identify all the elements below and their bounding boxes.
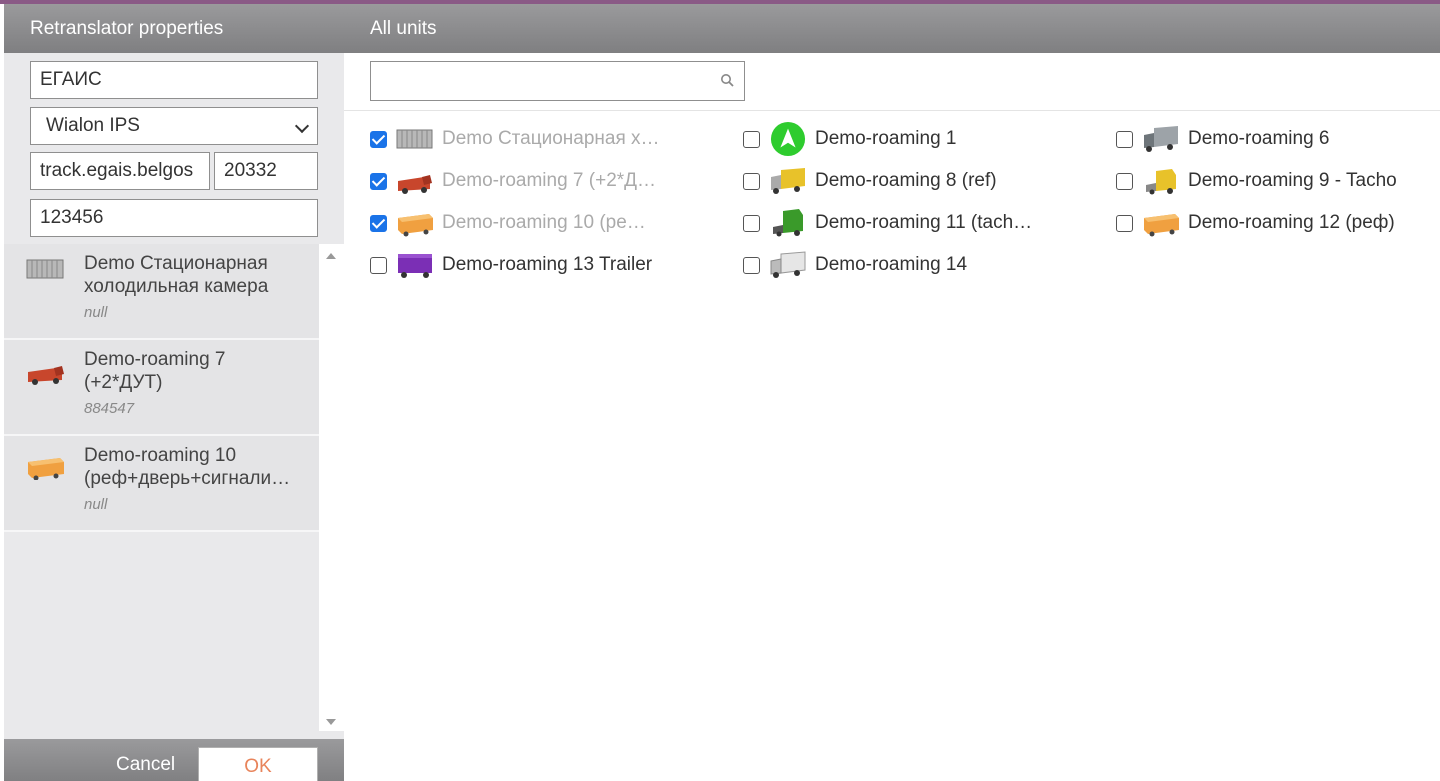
- unit-row[interactable]: Demo-roaming 6: [1116, 121, 1436, 157]
- name-field[interactable]: ЕГАИС: [30, 61, 318, 99]
- truck-yellow-icon: [771, 168, 805, 194]
- list-item[interactable]: Demo-roaming 10 (реф+дверь+сигнали… null: [4, 436, 319, 532]
- panel-title: Retranslator properties: [4, 4, 344, 53]
- tractor-yellow-icon: [1146, 169, 1176, 195]
- unit-row[interactable]: Demo-roaming 7 (+2*Д…: [370, 163, 690, 199]
- truck-white-icon: [770, 251, 806, 278]
- retranslator-properties-panel: Retranslator properties ЕГАИС Wialon IPS…: [4, 4, 344, 781]
- list-item[interactable]: Demo Стационарная холодильная камера nul…: [4, 244, 319, 340]
- scroll-down-icon[interactable]: [326, 719, 336, 725]
- unit-label: Demo-roaming 14: [815, 254, 968, 275]
- unit-checkbox[interactable]: [370, 256, 387, 274]
- ok-button[interactable]: OK: [198, 747, 318, 781]
- scroll-up-icon[interactable]: [326, 253, 336, 259]
- password-field[interactable]: 123456: [30, 199, 318, 237]
- list-item-sub: null: [84, 304, 108, 321]
- unit-checkbox[interactable]: [370, 130, 387, 148]
- trailer-purple-icon: [398, 254, 432, 278]
- unit-label: Demo-roaming 11 (tach…: [815, 212, 1033, 233]
- selected-units-list: Demo Стационарная холодильная камера nul…: [4, 244, 319, 731]
- unit-row[interactable]: Demo-roaming 12 (реф): [1116, 205, 1436, 241]
- server-field[interactable]: track.egais.belgos: [30, 152, 210, 190]
- list-item-sub: null: [84, 496, 108, 513]
- protocol-select[interactable]: Wialon IPS: [30, 107, 318, 145]
- unit-label: Demo-roaming 12 (реф): [1188, 212, 1395, 233]
- truck-gray-icon: [1144, 126, 1178, 152]
- unit-row[interactable]: Demo-roaming 14: [743, 247, 1073, 283]
- list-item-sub: 884547: [84, 400, 135, 417]
- unit-checkbox[interactable]: [743, 172, 760, 190]
- trailer-orange-icon: [28, 458, 64, 480]
- search-icon[interactable]: [720, 73, 734, 87]
- unit-checkbox[interactable]: [1116, 214, 1133, 232]
- unit-row[interactable]: Demo-roaming 8 (ref): [743, 163, 1073, 199]
- panel-title: All units: [344, 4, 1440, 53]
- unit-label: Demo-roaming 1: [815, 128, 957, 149]
- unit-row[interactable]: Demo Стационарная х…: [370, 121, 690, 157]
- unit-checkbox[interactable]: [370, 214, 387, 232]
- unit-checkbox[interactable]: [370, 172, 387, 190]
- list-item-name: Demo Стационарная холодильная камера: [84, 253, 269, 297]
- unit-row[interactable]: Demo-roaming 1: [743, 121, 1073, 157]
- list-item[interactable]: Demo-roaming 7 (+2*ДУТ) 884547: [4, 340, 319, 436]
- unit-row[interactable]: Demo-roaming 11 (tach…: [743, 205, 1073, 241]
- container-gray-icon: [26, 259, 64, 279]
- list-item-name: Demo-roaming 10 (реф+дверь+сигнали…: [84, 445, 291, 489]
- unit-label: Demo-roaming 10 (ре…: [442, 212, 646, 233]
- unit-label: Demo-roaming 9 - Tacho: [1188, 170, 1397, 191]
- chevron-down-icon: [294, 118, 310, 134]
- tractor-green-icon: [773, 209, 803, 237]
- protocol-select-value: Wialon IPS: [46, 115, 140, 136]
- search-input[interactable]: [370, 61, 745, 101]
- divider: [344, 110, 1440, 111]
- unit-checkbox[interactable]: [743, 130, 760, 148]
- truck-red-icon: [28, 366, 64, 385]
- unit-checkbox[interactable]: [1116, 130, 1133, 148]
- unit-checkbox[interactable]: [1116, 172, 1133, 190]
- unit-label: Demo-roaming 8 (ref): [815, 170, 997, 191]
- port-field[interactable]: 20332: [214, 152, 318, 190]
- unit-row[interactable]: Demo-roaming 10 (ре…: [370, 205, 690, 241]
- unit-row[interactable]: Demo-roaming 13 Trailer: [370, 247, 690, 283]
- unit-row[interactable]: Demo-roaming 9 - Tacho: [1116, 163, 1436, 199]
- unit-checkbox[interactable]: [743, 214, 760, 232]
- trailer-orange-icon: [398, 214, 433, 237]
- unit-checkbox[interactable]: [743, 256, 760, 274]
- green-arrow-icon: [770, 121, 806, 157]
- unit-label: Demo-roaming 7 (+2*Д…: [442, 170, 657, 191]
- unit-label: Demo Стационарная х…: [442, 128, 660, 149]
- list-item-name: Demo-roaming 7 (+2*ДУТ): [84, 349, 226, 393]
- cancel-button[interactable]: Cancel: [116, 754, 175, 776]
- panel-footer: Cancel OK: [4, 739, 344, 781]
- trailer-orange-icon: [1144, 214, 1179, 237]
- unit-label: Demo-roaming 6: [1188, 128, 1330, 149]
- all-units-panel: All units Demo Стационарная х… Demo-roam…: [344, 4, 1440, 781]
- truck-red-icon: [398, 175, 432, 194]
- unit-label: Demo-roaming 13 Trailer: [442, 254, 653, 275]
- container-gray-icon: [396, 129, 433, 149]
- list-scrollbar[interactable]: [319, 244, 344, 731]
